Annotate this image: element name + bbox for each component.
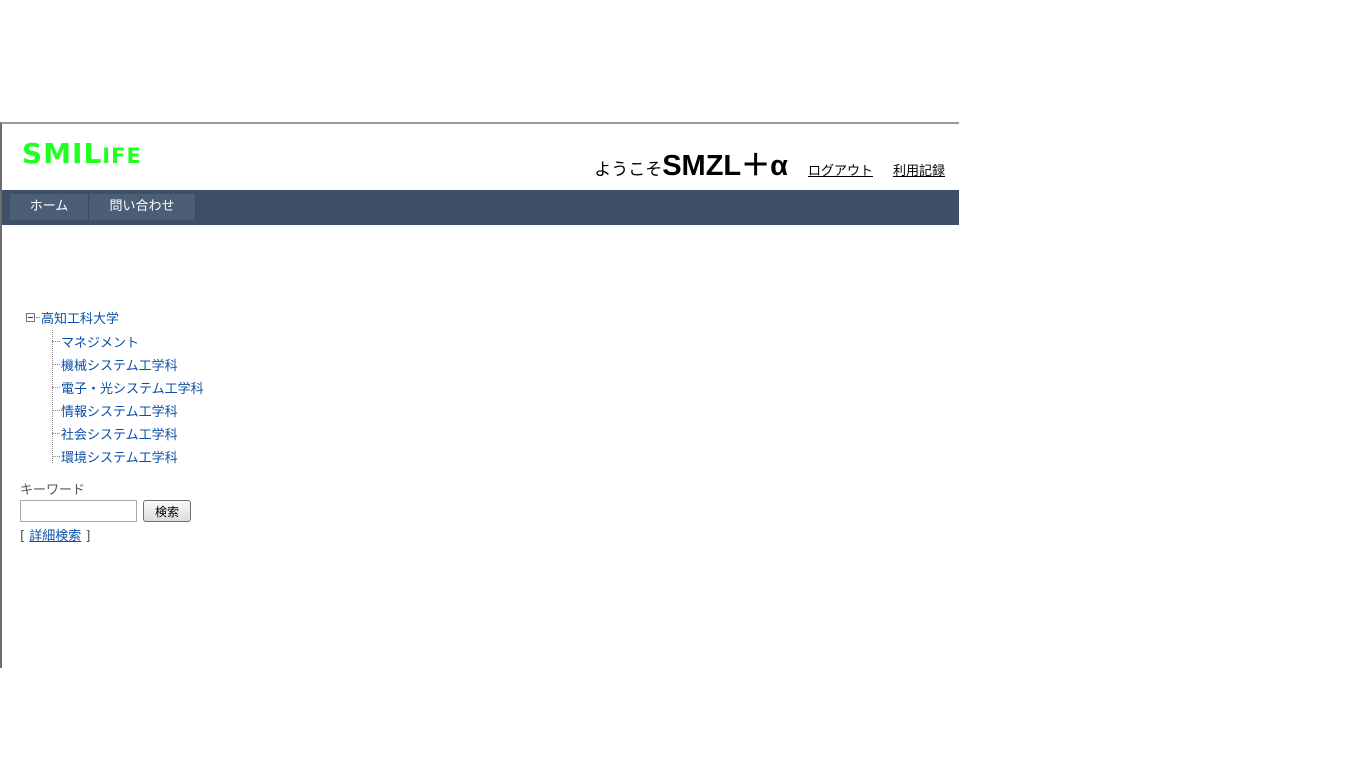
nav-bar: ホーム 問い合わせ <box>2 190 959 225</box>
username: SMZL＋α <box>662 150 788 182</box>
keyword-search: キーワード 検索 [ 詳細検索 ] <box>20 483 191 544</box>
tree-item: 環境システム工学科 <box>52 445 204 468</box>
advanced-search-row: [ 詳細検索 ] <box>20 525 191 544</box>
tree-connector <box>52 341 60 342</box>
keyword-label: キーワード <box>20 483 86 498</box>
tree-item-electronic[interactable]: 電子・光システム工学科 <box>61 378 204 397</box>
page-frame: SMILIFE ようこそ SMZL＋α ログアウト 利用記録 ホーム 問い合わせ… <box>0 122 959 668</box>
tree-item-information[interactable]: 情報システム工学科 <box>61 401 178 420</box>
tree-item: 社会システム工学科 <box>52 422 204 445</box>
bracket-open: [ <box>20 529 26 544</box>
tree-item-environment[interactable]: 環境システム工学科 <box>61 447 178 466</box>
nav-home-tab[interactable]: ホーム <box>10 194 89 220</box>
tree-item: マネジメント <box>52 330 204 353</box>
tree-item-social[interactable]: 社会システム工学科 <box>61 424 178 443</box>
department-tree: 高知工科大学 マネジメント 機械システム工学科 電子・光システム工学科 情報シス… <box>26 307 204 468</box>
tree-connector <box>36 316 40 318</box>
bracket-close: ] <box>85 529 91 544</box>
keyword-input[interactable] <box>20 500 137 522</box>
tree-connector <box>52 410 60 411</box>
logout-link[interactable]: ログアウト <box>808 160 873 179</box>
nav-contact-tab[interactable]: 問い合わせ <box>89 194 196 220</box>
advanced-search-link[interactable]: 詳細検索 <box>29 529 81 544</box>
tree-item: 電子・光システム工学科 <box>52 376 204 399</box>
header: SMILIFE ようこそ SMZL＋α ログアウト 利用記録 <box>2 124 959 190</box>
logo-small: IFE <box>102 144 142 168</box>
tree-connector <box>52 387 60 388</box>
usage-history-link[interactable]: 利用記録 <box>893 160 945 179</box>
search-button[interactable]: 検索 <box>143 500 191 522</box>
tree-children: マネジメント 機械システム工学科 電子・光システム工学科 情報システム工学科 社… <box>52 330 204 468</box>
tree-root: 高知工科大学 <box>26 307 204 327</box>
welcome-text: ようこそ <box>594 160 663 180</box>
search-row: 検索 <box>20 500 191 522</box>
tree-item: 情報システム工学科 <box>52 399 204 422</box>
tree-item-mechanical[interactable]: 機械システム工学科 <box>61 355 178 374</box>
logo-main: SMIL <box>22 137 103 170</box>
tree-connector <box>52 433 60 434</box>
tree-connector <box>52 364 60 365</box>
user-area: ようこそ SMZL＋α ログアウト 利用記録 <box>594 142 945 184</box>
collapse-icon[interactable] <box>26 312 35 322</box>
tree-item-management[interactable]: マネジメント <box>61 332 139 351</box>
tree-root-link[interactable]: 高知工科大学 <box>41 308 119 327</box>
tree-vertical-line <box>52 330 53 463</box>
site-logo[interactable]: SMILIFE <box>22 138 142 172</box>
tree-connector <box>52 456 60 457</box>
tree-item: 機械システム工学科 <box>52 353 204 376</box>
